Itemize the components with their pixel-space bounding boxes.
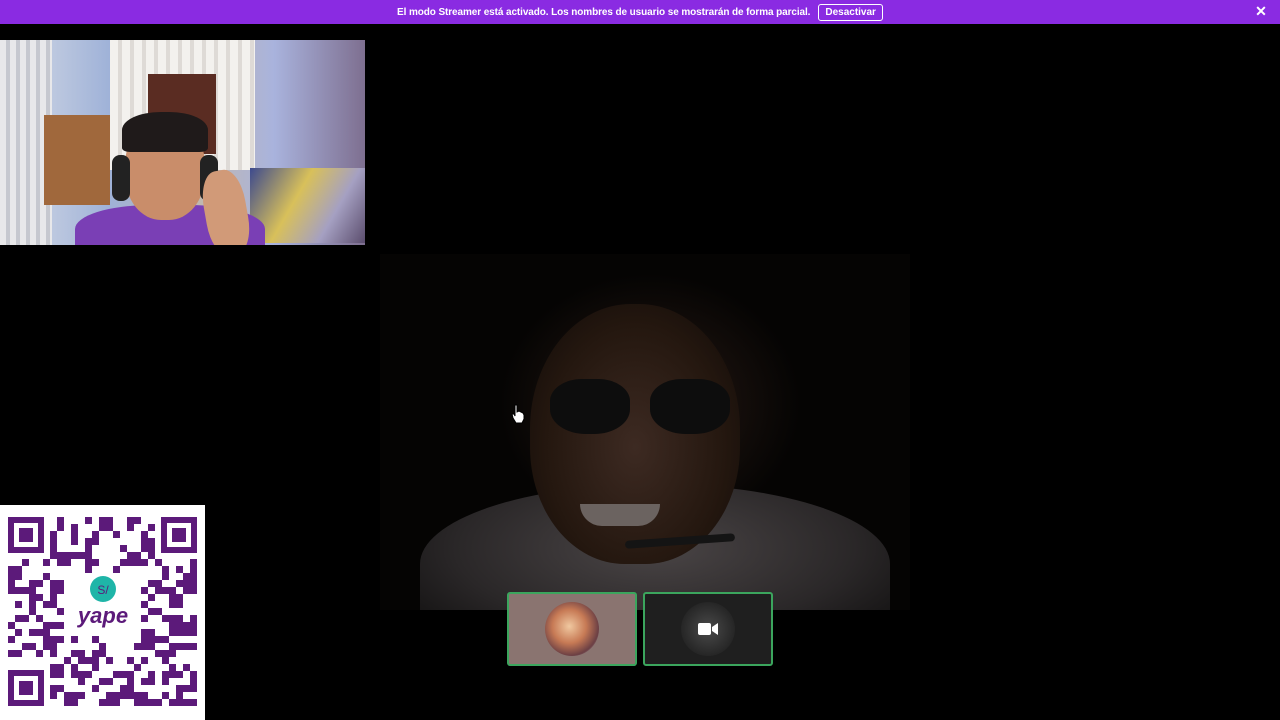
participant-tiles bbox=[507, 592, 773, 666]
participant-tile-1[interactable] bbox=[507, 592, 637, 666]
disable-streamer-mode-button[interactable]: Desactivar bbox=[818, 3, 883, 21]
qr-code-icon: S/ yape bbox=[8, 517, 197, 706]
main-video-feed[interactable] bbox=[380, 254, 910, 610]
payment-qr-code: S/ yape bbox=[0, 505, 205, 720]
streamer-mode-message: El modo Streamer está activado. Los nomb… bbox=[397, 6, 811, 18]
qr-brand-text: yape bbox=[77, 603, 128, 628]
call-stage: S/ yape bbox=[0, 24, 1280, 720]
hand-cursor-icon bbox=[511, 404, 525, 424]
avatar bbox=[545, 602, 599, 656]
participant-avatar-video bbox=[681, 602, 735, 656]
qr-currency-text: S/ bbox=[97, 583, 109, 597]
picture-in-picture-video[interactable] bbox=[0, 40, 365, 245]
streamer-mode-banner: El modo Streamer está activado. Los nomb… bbox=[0, 0, 1280, 24]
participant-tile-2[interactable] bbox=[643, 592, 773, 666]
video-camera-icon bbox=[698, 623, 718, 635]
close-icon[interactable]: ✕ bbox=[1254, 3, 1268, 19]
